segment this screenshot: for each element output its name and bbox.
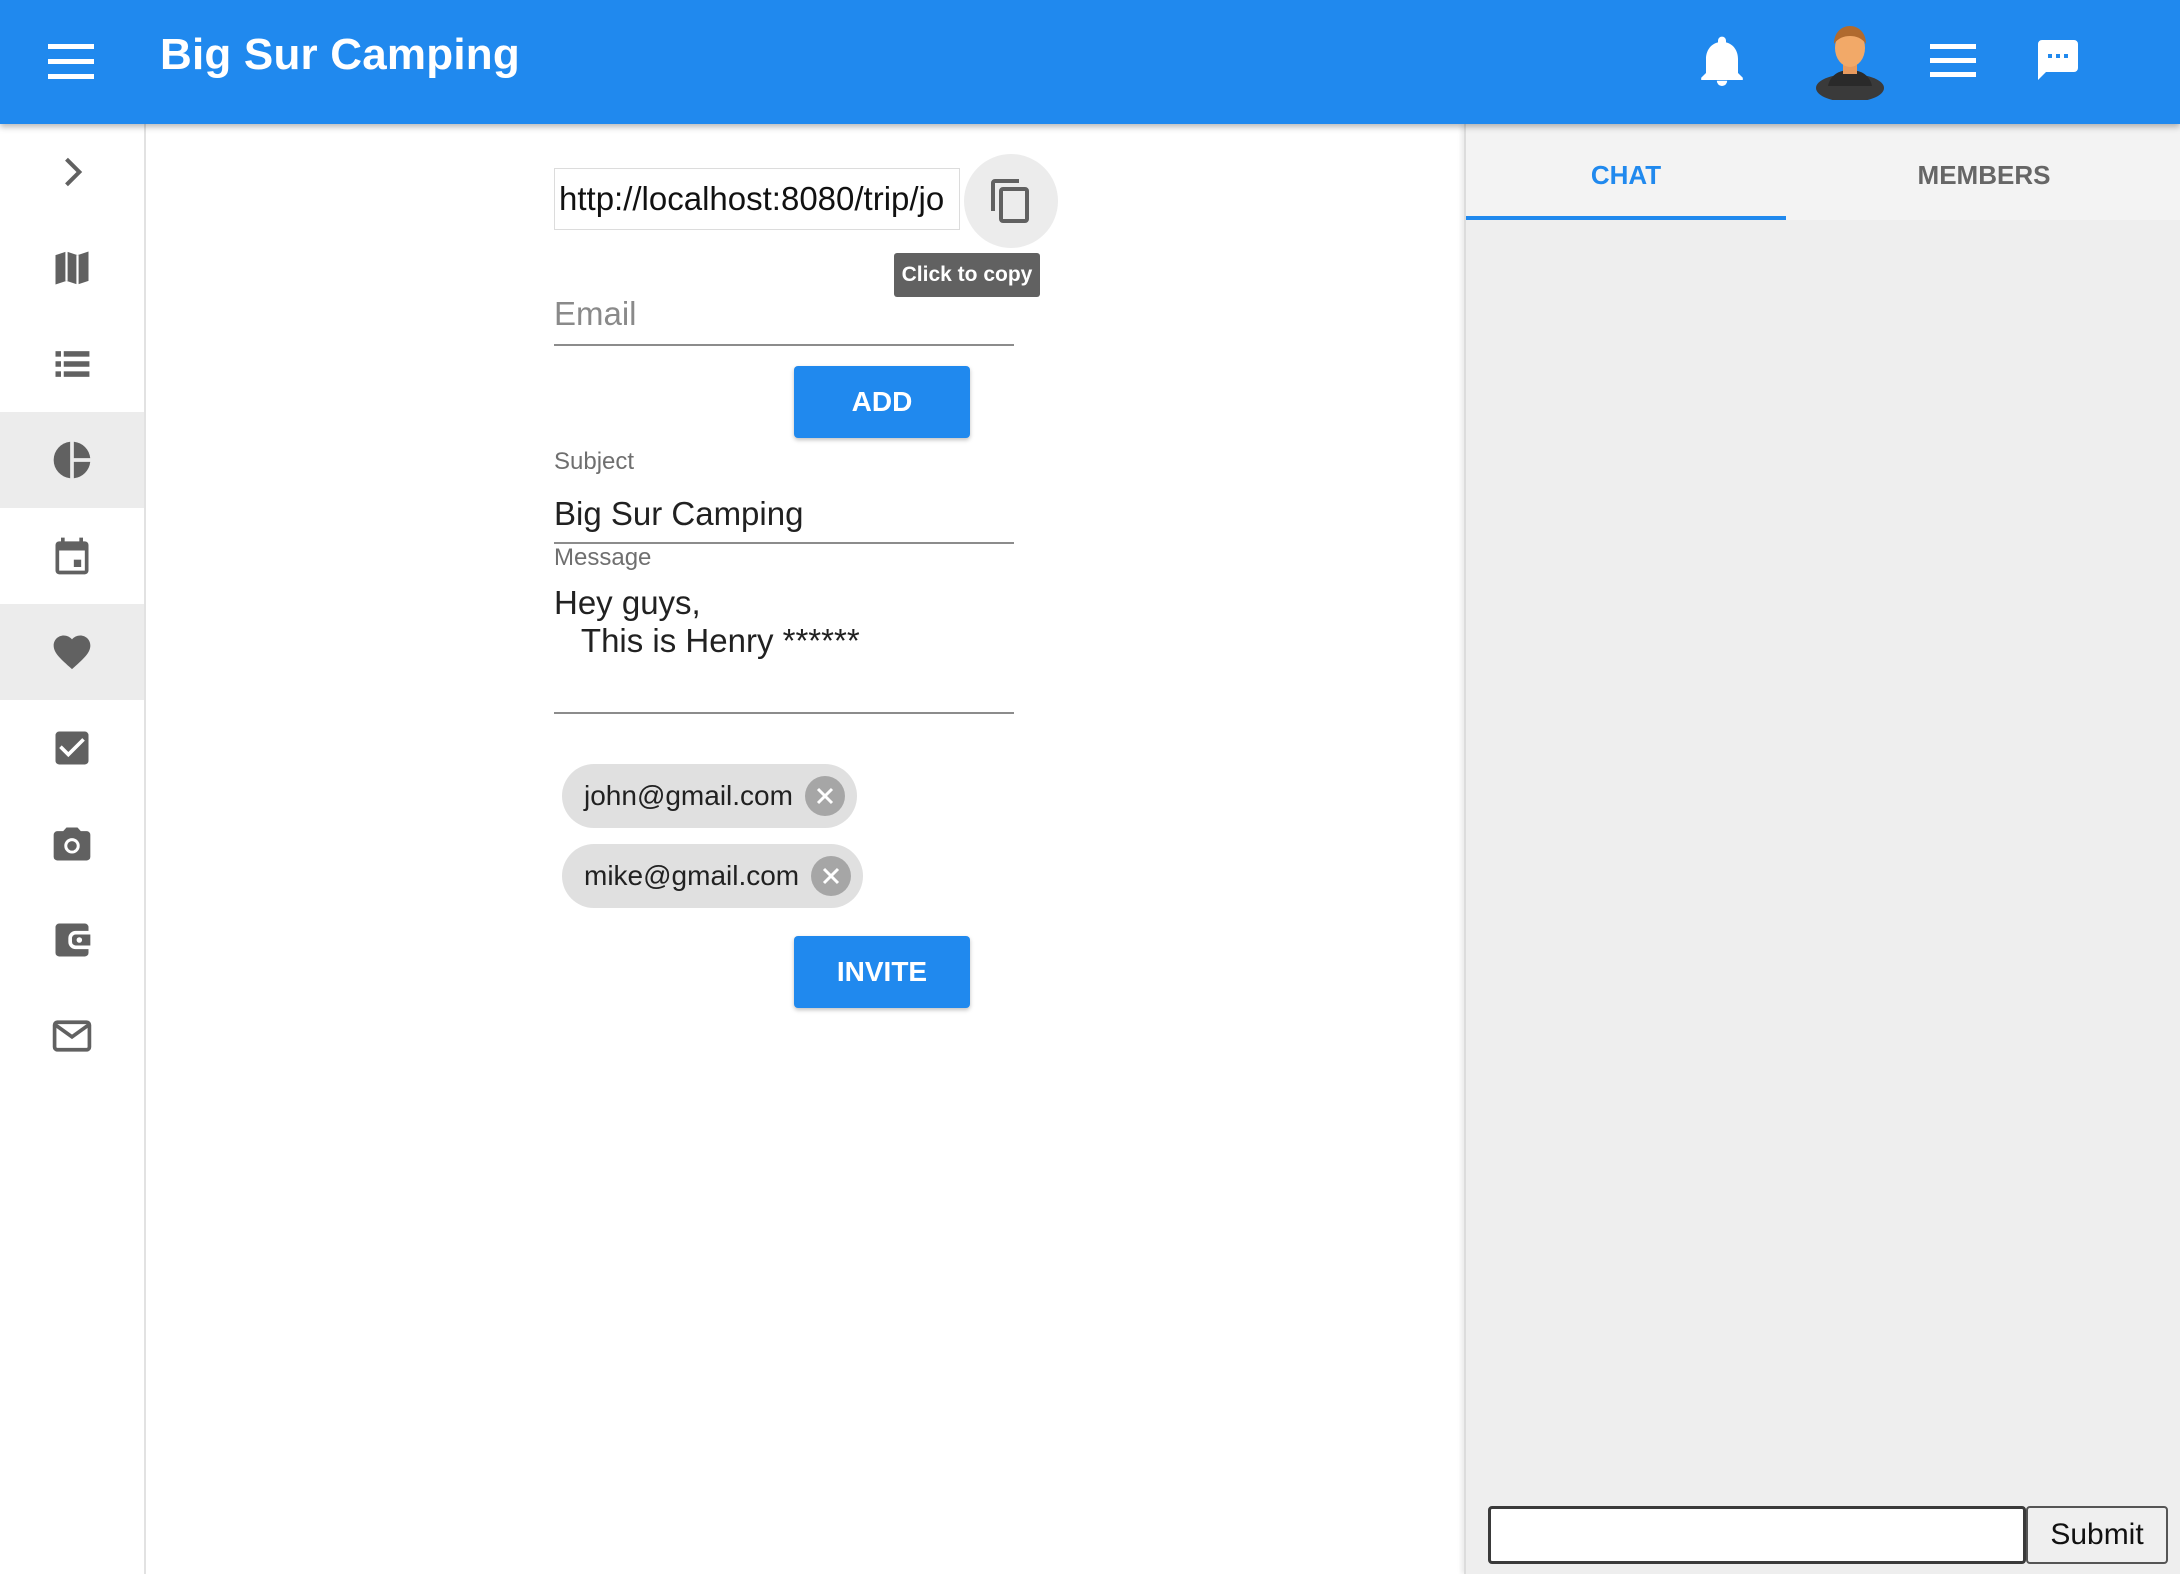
- chat-submit-button[interactable]: Submit: [2026, 1506, 2168, 1564]
- sidebar: [0, 124, 146, 1574]
- list-view-icon: [55, 351, 90, 377]
- sidebar-item-map[interactable]: [0, 220, 144, 316]
- menu-icon[interactable]: [44, 40, 100, 84]
- recipient-chip: mike@gmail.com: [562, 844, 864, 908]
- tab-members[interactable]: MEMBERS: [1786, 124, 2180, 220]
- sidebar-item-calendar[interactable]: [0, 508, 144, 604]
- sidebar-item-wallet[interactable]: [0, 892, 144, 988]
- right-panel: CHAT MEMBERS Submit: [1464, 124, 2180, 1574]
- sidebar-item-mail[interactable]: [0, 988, 144, 1084]
- checkbox-icon: [55, 731, 89, 765]
- recipient-chip: john@gmail.com: [562, 764, 857, 828]
- remove-chip-button[interactable]: [804, 776, 845, 816]
- share-url-field[interactable]: http://localhost:8080/trip/jo: [554, 168, 960, 230]
- camera-icon: [53, 827, 91, 861]
- subject-label: Subject: [554, 448, 635, 475]
- chat-bubble-icon[interactable]: [2034, 36, 2082, 84]
- email-input[interactable]: [554, 284, 1014, 346]
- list-icon[interactable]: [1928, 40, 1978, 82]
- chat-message-input[interactable]: [1488, 1506, 2026, 1564]
- chevron-right-icon: [65, 157, 83, 187]
- recipient-chip-label: john@gmail.com: [584, 780, 793, 811]
- sidebar-item-list[interactable]: [0, 316, 144, 412]
- pie-chart-icon: [53, 441, 91, 479]
- map-icon: [55, 251, 89, 285]
- copy-button[interactable]: [964, 154, 1058, 248]
- wallet-icon: [55, 923, 91, 957]
- sidebar-item-photos[interactable]: [0, 796, 144, 892]
- app-bar: Big Sur Camping: [0, 0, 2180, 124]
- calendar-icon: [55, 537, 89, 575]
- message-label: Message: [554, 544, 652, 571]
- message-textarea[interactable]: Hey guys, This is Henry ******: [554, 584, 1014, 714]
- close-icon: [816, 787, 834, 805]
- sidebar-item-tasks[interactable]: [0, 700, 144, 796]
- invite-button[interactable]: INVITE: [794, 936, 970, 1008]
- mail-icon: [52, 1020, 92, 1052]
- sidebar-item-favorites[interactable]: [0, 604, 144, 700]
- user-avatar-icon[interactable]: [1812, 20, 1888, 102]
- bell-icon[interactable]: [1698, 36, 1746, 88]
- remove-chip-button[interactable]: [811, 856, 852, 896]
- tab-chat[interactable]: CHAT: [1466, 124, 1786, 220]
- copy-icon: [991, 179, 1029, 223]
- recipient-chip-label: mike@gmail.com: [584, 860, 800, 891]
- add-email-button[interactable]: ADD: [794, 366, 970, 438]
- app-title: Big Sur Camping: [160, 30, 520, 79]
- sidebar-item-expand[interactable]: [0, 124, 144, 220]
- heart-icon: [53, 635, 91, 670]
- close-icon: [823, 867, 840, 885]
- subject-input[interactable]: [554, 486, 1014, 544]
- sidebar-item-budget[interactable]: [0, 412, 144, 508]
